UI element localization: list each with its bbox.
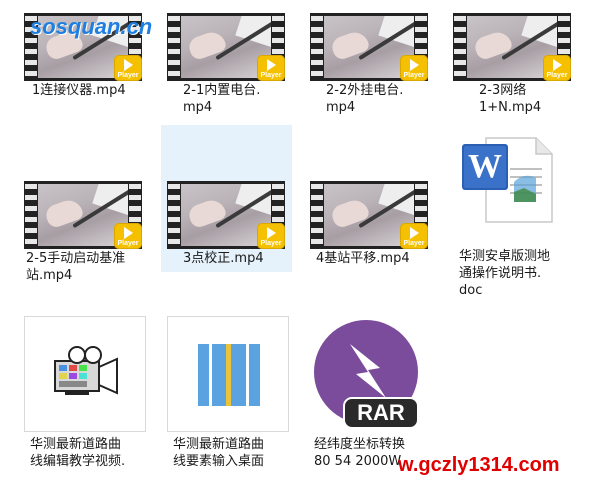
video-thumbnail: Player (167, 181, 285, 249)
player-badge-icon: Player (257, 55, 285, 81)
file-tile-11[interactable]: RAR 经纬度坐标转换 80 54 2000W (306, 314, 441, 477)
file-name: 3点校正.mp4 (183, 251, 264, 266)
file-tile-10[interactable]: 华测最新道路曲 线要素输入桌面 (163, 314, 298, 477)
file-tile-2[interactable]: Player 2-1内置电台. mp4 (163, 8, 288, 116)
file-name: 1连接仪器.mp4 (32, 83, 126, 98)
video-thumbnail: Player (453, 13, 571, 81)
file-tile-3[interactable]: Player 2-2外挂电台. mp4 (306, 8, 431, 116)
file-name: 华测安卓版测地 通操作说明书. doc (459, 249, 551, 298)
camera-icon (54, 346, 118, 395)
file-name: 华测最新道路曲 线要素输入桌面 (173, 437, 265, 469)
road-icon (198, 344, 260, 406)
file-name: 4基站平移.mp4 (316, 251, 410, 266)
player-badge-icon: Player (400, 55, 428, 81)
file-name: 2-3网络 1+N.mp4 (479, 83, 542, 115)
file-tile-9[interactable]: 华测最新道路曲 线编辑教学视频. (20, 314, 155, 477)
word-document-icon: W (454, 132, 554, 226)
road-thumbnail (167, 316, 289, 432)
video-editor-thumbnail (24, 316, 146, 432)
player-badge-icon: Player (400, 223, 428, 249)
file-name: 2-5手动启动基准 站.mp4 (26, 251, 126, 283)
video-thumbnail: Player (310, 181, 428, 249)
player-badge-icon: Player (114, 223, 142, 249)
video-thumbnail: Player (310, 13, 428, 81)
file-name: 华测最新道路曲 线编辑教学视频. (30, 437, 126, 469)
file-tile-5[interactable]: Player 2-5手动启动基准 站.mp4 (20, 176, 145, 294)
watermark-bottom-right: w.gczly1314.com (398, 454, 560, 476)
player-badge-icon: Player (257, 223, 285, 249)
video-thumbnail: Player (24, 181, 142, 249)
file-tile-8[interactable]: W 华测安卓版测地 通操作说明书. doc (449, 130, 579, 310)
file-name: 2-2外挂电台. mp4 (326, 83, 404, 115)
video-thumbnail: Player (167, 13, 285, 81)
file-tile-4[interactable]: Player 2-3网络 1+N.mp4 (449, 8, 574, 116)
rar-archive-icon: RAR (310, 316, 426, 432)
player-badge-icon: Player (543, 55, 571, 81)
word-letter-w: W (468, 148, 502, 185)
file-tile-6-selected[interactable]: Player 3点校正.mp4 (161, 125, 292, 272)
watermark-top-left: sosquan.cn (30, 14, 153, 39)
player-badge-icon: Player (114, 55, 142, 81)
file-tile-7[interactable]: Player 4基站平移.mp4 (306, 176, 431, 284)
file-name: 2-1内置电台. mp4 (183, 83, 261, 115)
rar-badge-text: RAR (357, 400, 405, 425)
